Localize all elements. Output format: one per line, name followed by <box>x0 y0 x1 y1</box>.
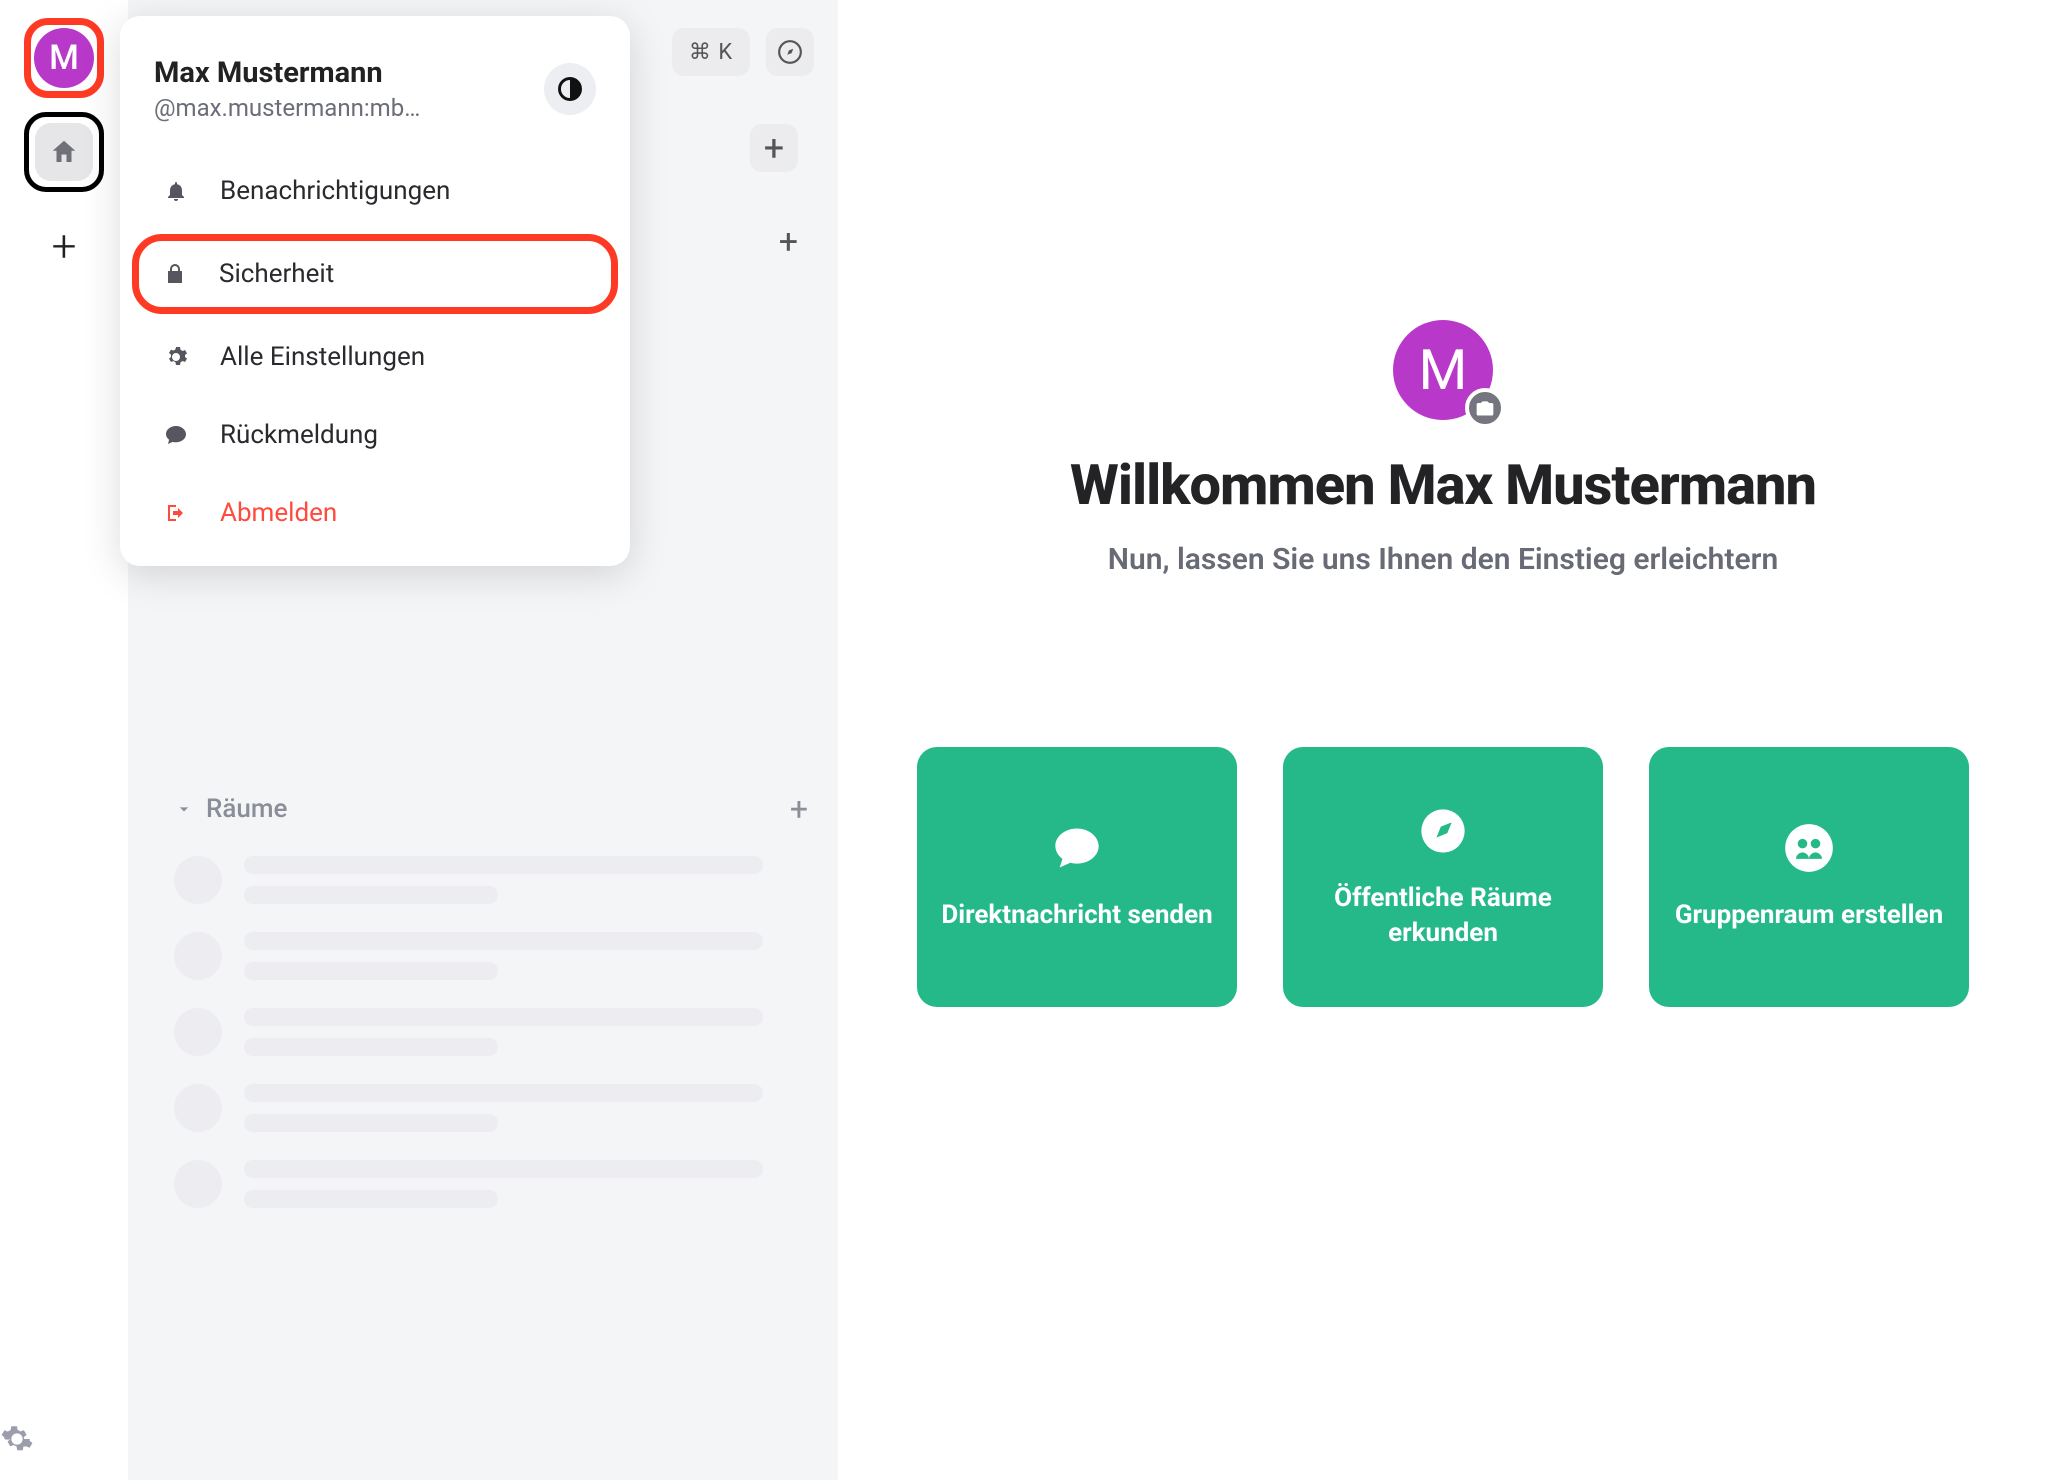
card-create-group[interactable]: Gruppenraum erstellen <box>1649 747 1969 1007</box>
popover-header: Max Mustermann @max.mustermann:mb… <box>120 16 630 152</box>
plus-icon: + <box>779 222 798 262</box>
rail-settings-button[interactable] <box>0 1422 128 1456</box>
card-explore-rooms[interactable]: Öffentliche Räume erkunden <box>1283 747 1603 1007</box>
upload-photo-button[interactable] <box>1465 388 1505 428</box>
compass-icon <box>777 39 803 65</box>
panel-add-secondary[interactable]: + <box>779 222 798 262</box>
onboarding-cards: Direktnachricht senden Öffentliche Räume… <box>838 747 2048 1007</box>
kbd-hint-label: ⌘ K <box>689 40 733 65</box>
theme-toggle[interactable] <box>544 63 596 115</box>
explore-button[interactable] <box>766 28 814 76</box>
rooms-section-header[interactable]: Räume + <box>174 790 808 828</box>
user-avatar: M <box>34 28 94 88</box>
avatar-letter: M <box>1419 337 1468 403</box>
rail-home-button[interactable] <box>24 112 104 192</box>
card-label: Gruppenraum erstellen <box>1655 898 1963 933</box>
camera-icon <box>1475 398 1495 418</box>
main-content: M Willkommen Max Mustermann Nun, lassen … <box>838 0 2048 1480</box>
rooms-section: Räume + <box>174 790 808 1208</box>
plus-icon: + <box>764 127 784 169</box>
chat-bubble-icon <box>1049 820 1105 876</box>
list-item <box>174 932 808 980</box>
card-label: Direktnachricht senden <box>921 898 1232 933</box>
rooms-add-button[interactable]: + <box>790 790 808 828</box>
rail-avatar-button[interactable]: M <box>24 18 104 98</box>
contrast-icon <box>556 75 584 103</box>
menu-label: Abmelden <box>220 498 337 528</box>
group-icon <box>1781 820 1837 876</box>
card-send-dm[interactable]: Direktnachricht senden <box>917 747 1237 1007</box>
rail-add-button[interactable]: + <box>24 206 104 286</box>
welcome-subtitle: Nun, lassen Sie uns Ihnen den Einstieg e… <box>838 542 2048 577</box>
home-icon <box>35 123 93 181</box>
panel-add-button[interactable]: + <box>750 124 798 172</box>
user-display-name: Max Mustermann <box>154 56 544 90</box>
menu-label: Rückmeldung <box>220 420 378 450</box>
menu-label: Alle Einstellungen <box>220 342 425 372</box>
bell-icon <box>164 179 192 203</box>
list-item <box>174 1008 808 1056</box>
rooms-header-label: Räume <box>206 794 287 824</box>
signout-icon <box>164 501 192 525</box>
search-shortcut-chip[interactable]: ⌘ K <box>672 28 750 76</box>
menu-item-all-settings[interactable]: Alle Einstellungen <box>130 318 620 396</box>
menu-label: Benachrichtigungen <box>220 176 450 206</box>
menu-item-security[interactable]: Sicherheit <box>132 234 618 314</box>
menu-item-notifications[interactable]: Benachrichtigungen <box>130 152 620 230</box>
menu-label: Sicherheit <box>219 259 334 289</box>
list-item <box>174 1160 808 1208</box>
plus-icon: + <box>52 220 77 272</box>
gear-icon <box>0 1422 34 1456</box>
gear-icon <box>164 345 192 369</box>
compass-icon <box>1415 803 1471 859</box>
user-menu-popover: Max Mustermann @max.mustermann:mb… Benac… <box>120 16 630 566</box>
space-rail: M + <box>0 0 128 1480</box>
avatar-letter: M <box>49 38 79 78</box>
chat-bubble-icon <box>164 423 192 447</box>
list-item <box>174 1084 808 1132</box>
menu-item-signout[interactable]: Abmelden <box>130 474 620 552</box>
list-item <box>174 856 808 904</box>
lock-icon <box>163 262 191 286</box>
user-handle: @max.mustermann:mb… <box>154 94 544 122</box>
menu-item-feedback[interactable]: Rückmeldung <box>130 396 620 474</box>
chevron-down-icon <box>174 799 194 819</box>
profile-avatar-area[interactable]: M <box>1393 320 1493 420</box>
panel-top-buttons: ⌘ K <box>672 28 814 76</box>
welcome-heading: Willkommen Max Mustermann <box>838 452 2048 518</box>
card-label: Öffentliche Räume erkunden <box>1283 881 1603 951</box>
